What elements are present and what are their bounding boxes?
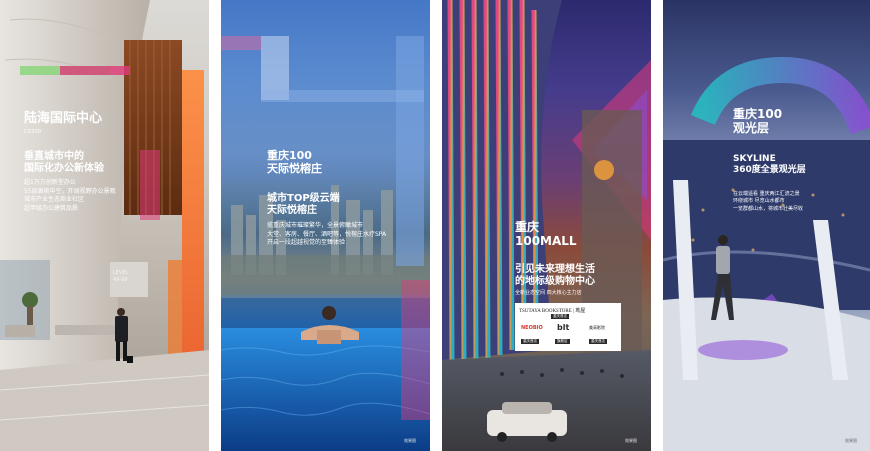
headline-line: 的地标级购物中心 — [515, 276, 595, 287]
brand-tag: 重庆首店 — [589, 339, 607, 344]
panel-100mall: 重庆 100MALL 引见未来理想生活 的地标级购物中心 全新业态空间 四大核心… — [442, 0, 651, 451]
level-sign: LEVEL 49-99 — [113, 270, 128, 283]
headline-line: 引见未来理想生活 — [515, 264, 595, 275]
panel-title: 重庆100 观光层 — [733, 107, 783, 136]
title-line: 100MALL — [515, 233, 577, 248]
body-line: 开启一段超越视觉的至臻体验 — [267, 239, 346, 247]
panel-observation-deck: 重庆100 观光层 SKYLINE 360度全景观光层 在云端遥看 重庆两江汇流… — [663, 0, 870, 451]
panel-headline: SKYLINE 360度全景观光层 — [733, 154, 806, 176]
headline-line: 垂直城市中的 — [24, 151, 84, 162]
body-line: 揽重庆城市璀璨繁华，全景俯瞰城市 — [267, 222, 364, 229]
panel-title: 重庆 100MALL — [515, 220, 577, 249]
bullet-item: 超甲级办公建筑品质 — [24, 205, 79, 213]
office-atrium-illustration — [0, 0, 209, 451]
panel-headline: 垂直城市中的 国际化办公新体验 — [24, 151, 104, 175]
bullet-list: 超1万方创新型办公 55层高挑中空，开阔视野办公景观 城市产业生态商业社区 超甲… — [24, 179, 116, 214]
body-line: 环绕城市 尽览山水都市 — [733, 198, 785, 205]
panel-title: 重庆100 天际悦榕庄 — [267, 149, 322, 176]
title-line: 天际悦榕庄 — [267, 161, 322, 175]
panel-body: 在云端遥看 重庆两江汇流之景 环绕城市 尽览山水都市 一览群都山水，将城市壮美尽… — [733, 191, 803, 213]
title-line: 重庆100 — [733, 107, 783, 121]
headline-line: SKYLINE — [733, 154, 776, 164]
store-name: TSUTAYA BOOKSTORE | 茑屋 — [519, 309, 586, 314]
render-note: 效果图 — [845, 438, 857, 443]
brand-neobio: NEOBIO — [521, 325, 543, 331]
panel-headline: 引见未来理想生活 的地标级购物中心 — [515, 264, 595, 288]
brand-blt: blt — [557, 323, 570, 332]
brand-tag: 重庆首店 — [521, 339, 539, 344]
headline-line: 360度全景观光层 — [733, 164, 806, 175]
headline-line: 城市TOP级云端 — [267, 193, 340, 204]
title-line: 重庆 — [515, 220, 540, 234]
store-tag: 重庆首店 — [551, 314, 569, 319]
panel-title: 陆海国际中心 — [24, 111, 103, 126]
panel-body: 揽重庆城市璀璨繁华，全景俯瞰城市 大堂、客房、餐厅、酒吧等，悦榕庄水疗SPA 开… — [267, 222, 386, 248]
brand-tag: 旗舰店 — [555, 339, 570, 344]
bullet-item: 城市产业生态商业社区 — [24, 196, 85, 204]
level-sign-label: LEVEL — [113, 270, 129, 276]
panel-subtitle: CQ100 — [24, 129, 41, 135]
panel-banyan-tree: 重庆100 天际悦榕庄 城市TOP级云端 天际悦榕庄 揽重庆城市璀璨繁华，全景俯… — [221, 0, 430, 451]
panel-headline: 城市TOP级云端 天际悦榕庄 — [267, 193, 340, 217]
bullet-item: 超1万方创新型办公 — [24, 179, 76, 186]
body-line: 一览群都山水，将城市壮美尽收 — [733, 205, 804, 212]
panel-tagline: 全新业态空间 四大核心主力店 — [515, 290, 582, 296]
headline-line: 天际悦榕庄 — [267, 205, 317, 216]
render-note: 效果图 — [625, 438, 637, 443]
panel-office-center: 陆海国际中心 CQ100 垂直城市中的 国际化办公新体验 超1万方创新型办公 5… — [0, 0, 209, 451]
level-sign-value: 49-99 — [113, 276, 128, 283]
render-note: 效果图 — [404, 438, 416, 443]
brand-card: TSUTAYA BOOKSTORE | 茑屋 重庆首店 NEOBIO blt 美… — [515, 303, 621, 351]
title-line: 观光层 — [733, 120, 770, 135]
brand-cinema: 美高影院 — [589, 325, 605, 330]
observation-deck-illustration — [663, 56, 870, 451]
headline-line: 国际化办公新体验 — [24, 163, 104, 174]
